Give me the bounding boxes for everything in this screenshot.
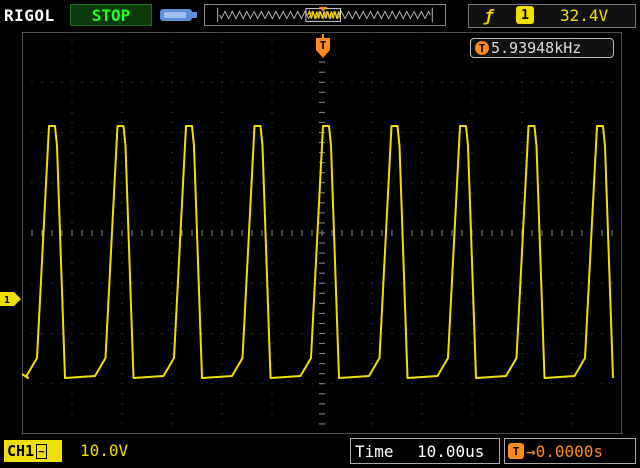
- channel1-offset-marker[interactable]: 1: [0, 292, 22, 306]
- frequency-value: 5.93948kHz: [491, 39, 582, 57]
- trigger-level-value: 32.4V: [560, 6, 609, 25]
- channel-marker-label: 1: [4, 295, 10, 306]
- run-stop-status[interactable]: STOP: [70, 4, 152, 26]
- trigger-position-icon[interactable]: T: [315, 34, 331, 62]
- trigger-marker-label: T: [320, 39, 327, 52]
- trigger-offset-icon: T: [508, 443, 524, 459]
- brand-logo: RIGOL: [4, 6, 55, 25]
- timebase-label: Time: [355, 442, 394, 461]
- waveform-display[interactable]: [22, 32, 622, 434]
- channel1-badge[interactable]: CH1 ~: [4, 440, 62, 462]
- memory-waveform-icon[interactable]: [204, 4, 446, 26]
- ac-coupling-icon: ~: [36, 443, 47, 459]
- measure-icon: T: [475, 41, 489, 55]
- trigger-edge-icon: ƒ: [484, 6, 494, 25]
- trigger-offset-value: →0.0000s: [526, 442, 604, 461]
- channel1-scale: 10.0V: [80, 441, 129, 460]
- trigger-source-badge: 1: [516, 6, 534, 24]
- channel-name: CH1: [7, 442, 35, 460]
- usb-icon: [160, 9, 197, 21]
- timebase-value: 10.00us: [417, 442, 485, 461]
